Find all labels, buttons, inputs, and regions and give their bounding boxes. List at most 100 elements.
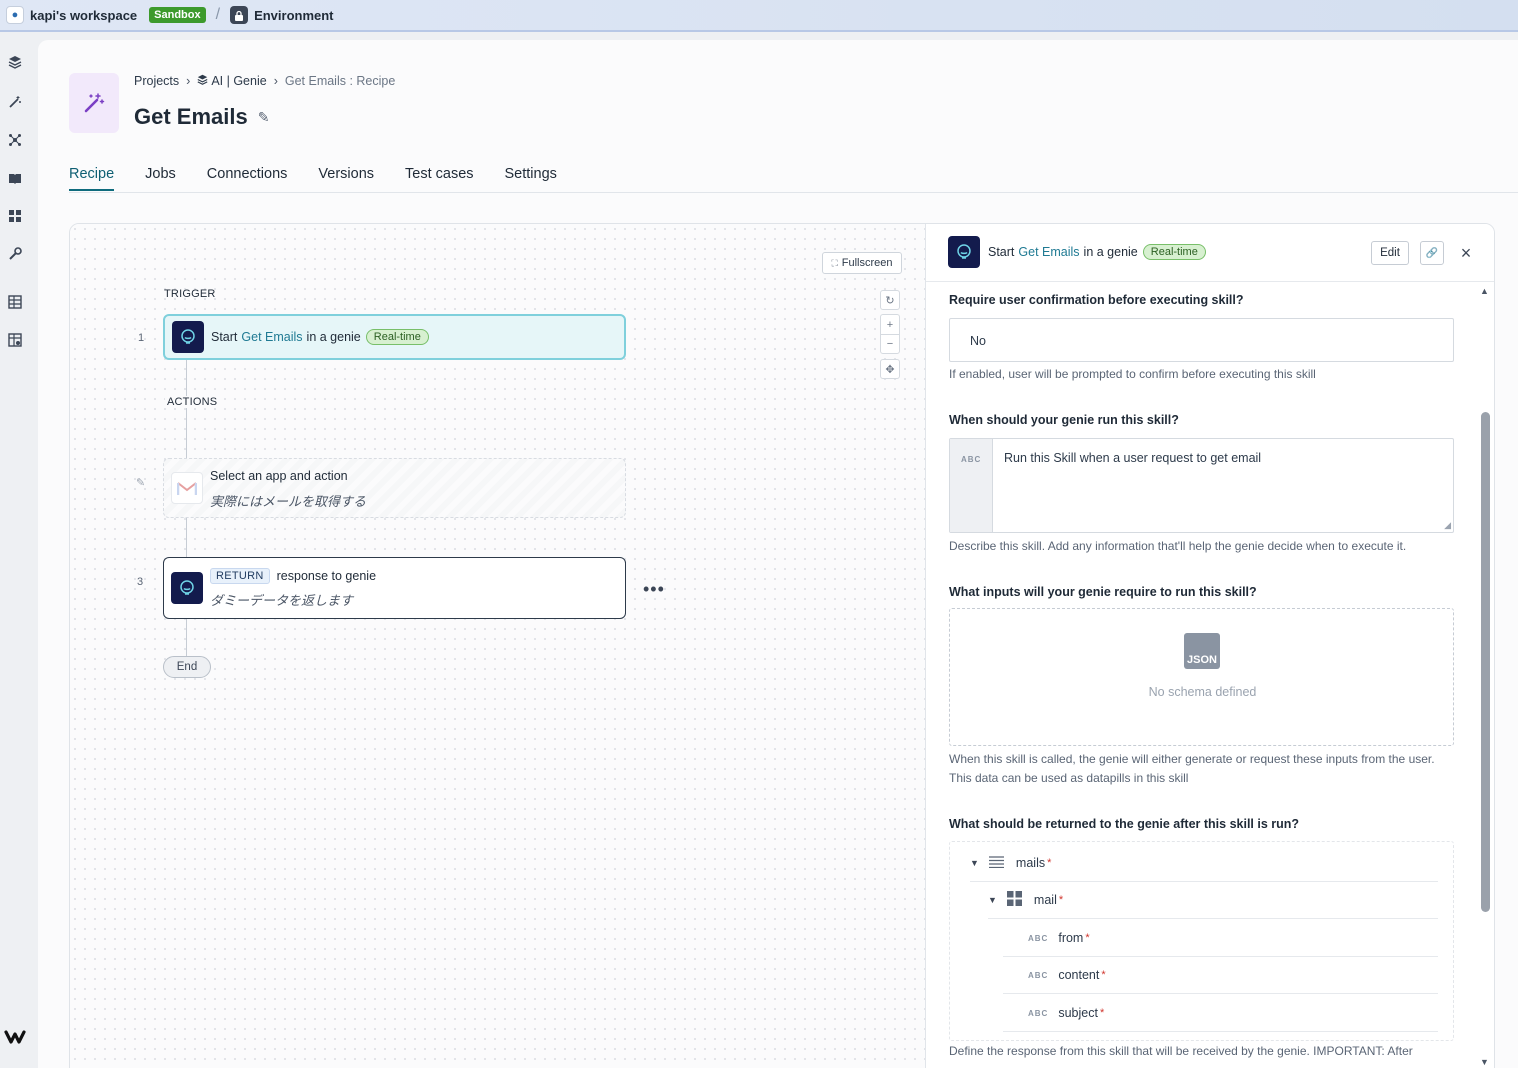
table-icon[interactable] <box>7 294 23 310</box>
tree-row-mails[interactable]: ▼ mails * <box>970 845 1438 882</box>
edit-button[interactable]: Edit <box>1371 241 1409 265</box>
tree-row-mail[interactable]: ▼ mail * <box>988 882 1438 919</box>
returns-hint: Define the response from this skill that… <box>949 1044 1413 1058</box>
object-icon <box>1006 891 1022 909</box>
environment-selector[interactable]: Environment <box>254 8 333 23</box>
trigger-section-label: TRIGGER <box>164 288 216 300</box>
settings-table-icon[interactable] <box>7 332 23 348</box>
tab-recipe[interactable]: Recipe <box>69 164 115 194</box>
return-step[interactable]: RETURN response to genie ダミーデータを返します <box>163 557 626 619</box>
when-textarea-value: Run this Skill when a user request to ge… <box>1004 451 1262 465</box>
close-icon[interactable]: × <box>1456 241 1476 265</box>
book-icon[interactable] <box>7 170 23 186</box>
layers-icon[interactable] <box>7 54 23 70</box>
recipe-frame: ⛶ Fullscreen ↻ + − ✥ TRIGGER 1 Start Get… <box>69 223 1495 1068</box>
link-icon[interactable]: 🔗 <box>1420 241 1444 265</box>
topbar-separator: / <box>215 6 221 23</box>
breadcrumb-folder[interactable]: AI | Genie <box>211 74 266 88</box>
action-step-title: Select an app and action <box>210 469 348 483</box>
end-node: End <box>163 656 211 678</box>
genie-app-icon <box>171 572 203 604</box>
tab-settings[interactable]: Settings <box>505 164 557 194</box>
genie-magic-icon <box>69 73 119 133</box>
gmail-icon <box>171 472 203 504</box>
main-content: Projects › AI | Genie › Get Emails : Rec… <box>38 40 1518 1068</box>
return-step-note: ダミーデータを返します <box>210 593 354 608</box>
panel-start-word: Start <box>988 245 1015 259</box>
edit-pencil-icon[interactable]: ✎ <box>258 109 270 126</box>
return-step-title-row: RETURN response to genie <box>210 568 376 584</box>
resize-handle-icon[interactable]: ◢ <box>1444 520 1451 531</box>
lock-icon <box>230 6 249 24</box>
confirm-select-value: No <box>970 334 986 348</box>
when-hint: Describe this skill. Add any information… <box>949 539 1407 553</box>
textarea-type-gutter: ABC <box>950 439 993 532</box>
scroll-down-icon[interactable]: ▼ <box>1480 1057 1489 1067</box>
panel-suffix: in a genie <box>1083 245 1138 259</box>
panel-recipe-name: Get Emails <box>1018 245 1080 259</box>
connector-line <box>186 360 187 458</box>
top-bar: ● kapi's workspace Sandbox / Environment <box>0 0 1518 32</box>
zoom-out-icon[interactable]: − <box>880 334 900 354</box>
trigger-recipe-name: Get Emails <box>241 330 303 344</box>
actions-section-label: ACTIONS <box>165 396 220 408</box>
tree-row-subject[interactable]: ABC subject * <box>1003 995 1438 1032</box>
json-label: JSON <box>1187 654 1217 666</box>
scroll-up-icon[interactable]: ▲ <box>1480 286 1489 296</box>
reset-zoom-icon[interactable]: ↻ <box>880 290 900 310</box>
more-options-icon[interactable]: ••• <box>643 579 665 600</box>
page-title-row: Get Emails ✎ <box>134 104 269 130</box>
required-marker: * <box>1058 894 1064 906</box>
tab-versions[interactable]: Versions <box>318 164 374 194</box>
network-icon[interactable] <box>7 132 23 148</box>
edit-step-icon: ✎ <box>136 477 146 489</box>
tab-test-cases[interactable]: Test cases <box>405 164 474 194</box>
confirm-select[interactable]: No <box>949 318 1454 362</box>
caret-down-icon[interactable]: ▼ <box>970 858 979 868</box>
workspace-logo-icon[interactable]: ● <box>6 6 24 24</box>
realtime-badge: Real-time <box>1142 244 1206 260</box>
when-textarea[interactable]: ABC Run this Skill when a user request t… <box>949 438 1454 533</box>
required-marker: * <box>1047 857 1052 869</box>
realtime-badge: Real-time <box>365 329 429 345</box>
tree-row-content[interactable]: ABC content * <box>1003 957 1438 994</box>
dashboard-icon[interactable] <box>7 208 23 224</box>
tree-row-from[interactable]: ABC from * <box>1003 920 1438 957</box>
inputs-field-label: What inputs will your genie require to r… <box>949 585 1257 599</box>
tab-connections[interactable]: Connections <box>207 164 288 194</box>
breadcrumb-projects[interactable]: Projects <box>134 74 179 88</box>
tab-jobs[interactable]: Jobs <box>145 164 176 194</box>
magic-wand-icon[interactable] <box>7 94 23 110</box>
tabs-divider <box>69 192 1518 193</box>
fit-view-icon[interactable]: ✥ <box>880 359 900 379</box>
wrench-icon[interactable] <box>7 246 23 262</box>
scrollbar-thumb[interactable] <box>1481 412 1490 912</box>
tree-field-name: from <box>1058 931 1084 945</box>
when-field-label: When should your genie run this skill? <box>949 413 1179 427</box>
trigger-step-text: Start Get Emails in a genie Real-time <box>211 329 429 345</box>
workspace-name[interactable]: kapi's workspace <box>30 8 137 23</box>
zoom-in-icon[interactable]: + <box>880 314 900 334</box>
return-step-title: response to genie <box>276 569 377 583</box>
breadcrumb-current: Get Emails : Recipe <box>284 74 396 88</box>
required-marker: * <box>1101 969 1106 981</box>
trigger-suffix: in a genie <box>306 330 361 344</box>
json-file-icon: JSON <box>1184 633 1220 669</box>
chevron-right-icon: › <box>186 74 191 88</box>
connector-line <box>186 619 187 656</box>
abc-type-icon: ABC <box>961 455 982 464</box>
fullscreen-button[interactable]: ⛶ Fullscreen <box>822 252 902 274</box>
inputs-hint: When this skill is called, the genie wil… <box>949 752 1435 785</box>
trigger-step[interactable]: Start Get Emails in a genie Real-time <box>163 314 626 360</box>
caret-down-icon[interactable]: ▼ <box>988 895 997 905</box>
required-marker: * <box>1085 932 1090 944</box>
workato-logo[interactable] <box>4 1029 30 1050</box>
action-step-placeholder[interactable]: Select an app and action 実際にはメールを取得する <box>163 458 626 518</box>
chevron-right-icon: › <box>273 74 278 88</box>
abc-type-icon: ABC <box>1028 970 1049 980</box>
genie-app-icon <box>172 321 204 353</box>
tab-bar: Recipe Jobs Connections Versions Test ca… <box>69 164 588 194</box>
recipe-canvas[interactable]: ⛶ Fullscreen ↻ + − ✥ TRIGGER 1 Start Get… <box>70 224 925 1068</box>
input-schema-dropzone[interactable]: JSON No schema defined <box>949 608 1454 746</box>
tree-field-name: mails <box>1015 856 1046 870</box>
